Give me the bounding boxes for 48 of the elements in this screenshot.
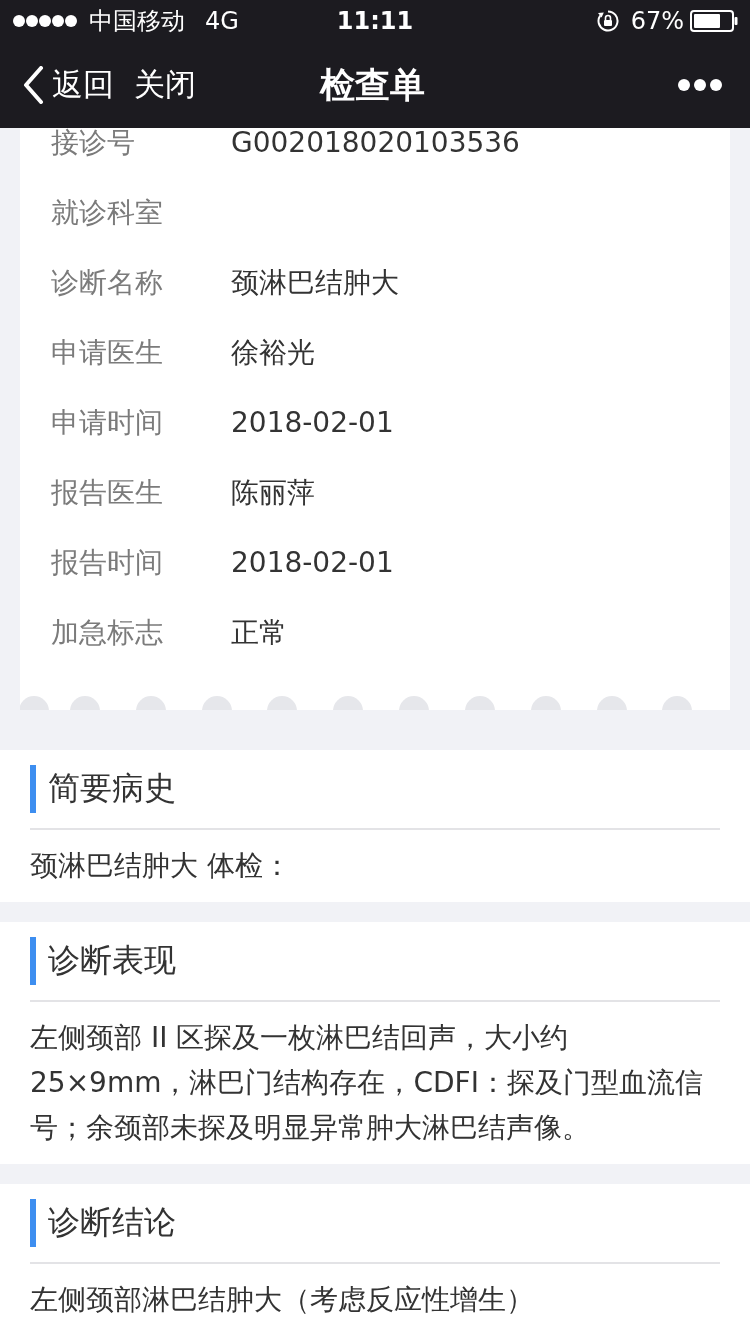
network-type: 4G (205, 7, 239, 35)
perforation-hole (202, 696, 232, 710)
field-value: 2018-02-01 (231, 548, 394, 578)
perforation-hole (136, 696, 166, 710)
perforation-hole (70, 696, 100, 710)
field-label: 申请时间 (51, 408, 164, 438)
section-title: 简要病史 (48, 768, 176, 809)
field-value: 2018-02-01 (231, 408, 394, 438)
field-label: 申请医生 (51, 338, 164, 368)
status-time: 11:11 (336, 7, 414, 35)
signal-strength-icon (13, 15, 77, 27)
section-text: 左侧颈部 II 区探及一枚淋巴结回声，大小约25×9mm，淋巴门结构存在，CDFI：探及门型血流信号；余颈部未探及明显异常肿大淋巴结声像。 (30, 1020, 704, 1146)
perforation-hole (597, 696, 627, 710)
field-label: 报告医生 (51, 478, 164, 508)
field-label: 加急标志 (51, 618, 164, 648)
perforation-hole (333, 696, 363, 710)
field-label: 就诊科室 (51, 198, 164, 228)
field-value: 徐裕光 (231, 338, 315, 368)
back-button[interactable]: 返回 (22, 64, 114, 106)
field-value: 正常 (231, 618, 287, 648)
field-value: 陈丽萍 (231, 478, 315, 508)
perforation-hole (465, 696, 495, 710)
page-title: 检查单 (319, 63, 425, 107)
battery-icon (690, 10, 738, 32)
field-value: G002018020103536 (231, 128, 520, 158)
perforation-hole (662, 696, 692, 710)
perforation-hole (531, 696, 561, 710)
accent-bar-icon (30, 937, 36, 985)
more-options-icon (678, 79, 722, 91)
close-button[interactable]: 关闭 (134, 64, 196, 106)
section-text: 左侧颈部淋巴结肿大（考虑反应性增生） (30, 1282, 535, 1318)
accent-bar-icon (30, 765, 36, 813)
accent-bar-icon (30, 1199, 36, 1247)
field-value: 颈淋巴结肿大 (231, 268, 399, 298)
perforation-hole (267, 696, 297, 710)
rotation-lock-icon (596, 10, 619, 32)
section-title: 诊断表现 (48, 940, 176, 981)
field-label: 接诊号 (51, 128, 136, 158)
perforation-hole (20, 696, 49, 710)
field-label: 报告时间 (51, 548, 164, 578)
back-chevron-icon (22, 66, 44, 104)
battery-percentage: 67% (630, 7, 684, 35)
carrier-name: 中国移动 (89, 6, 185, 37)
section-title: 诊断结论 (48, 1202, 176, 1243)
section-text: 颈淋巴结肿大 体检： (30, 848, 292, 884)
perforation-hole (399, 696, 429, 710)
more-options-button[interactable] (678, 79, 722, 91)
field-label: 诊断名称 (51, 268, 164, 298)
